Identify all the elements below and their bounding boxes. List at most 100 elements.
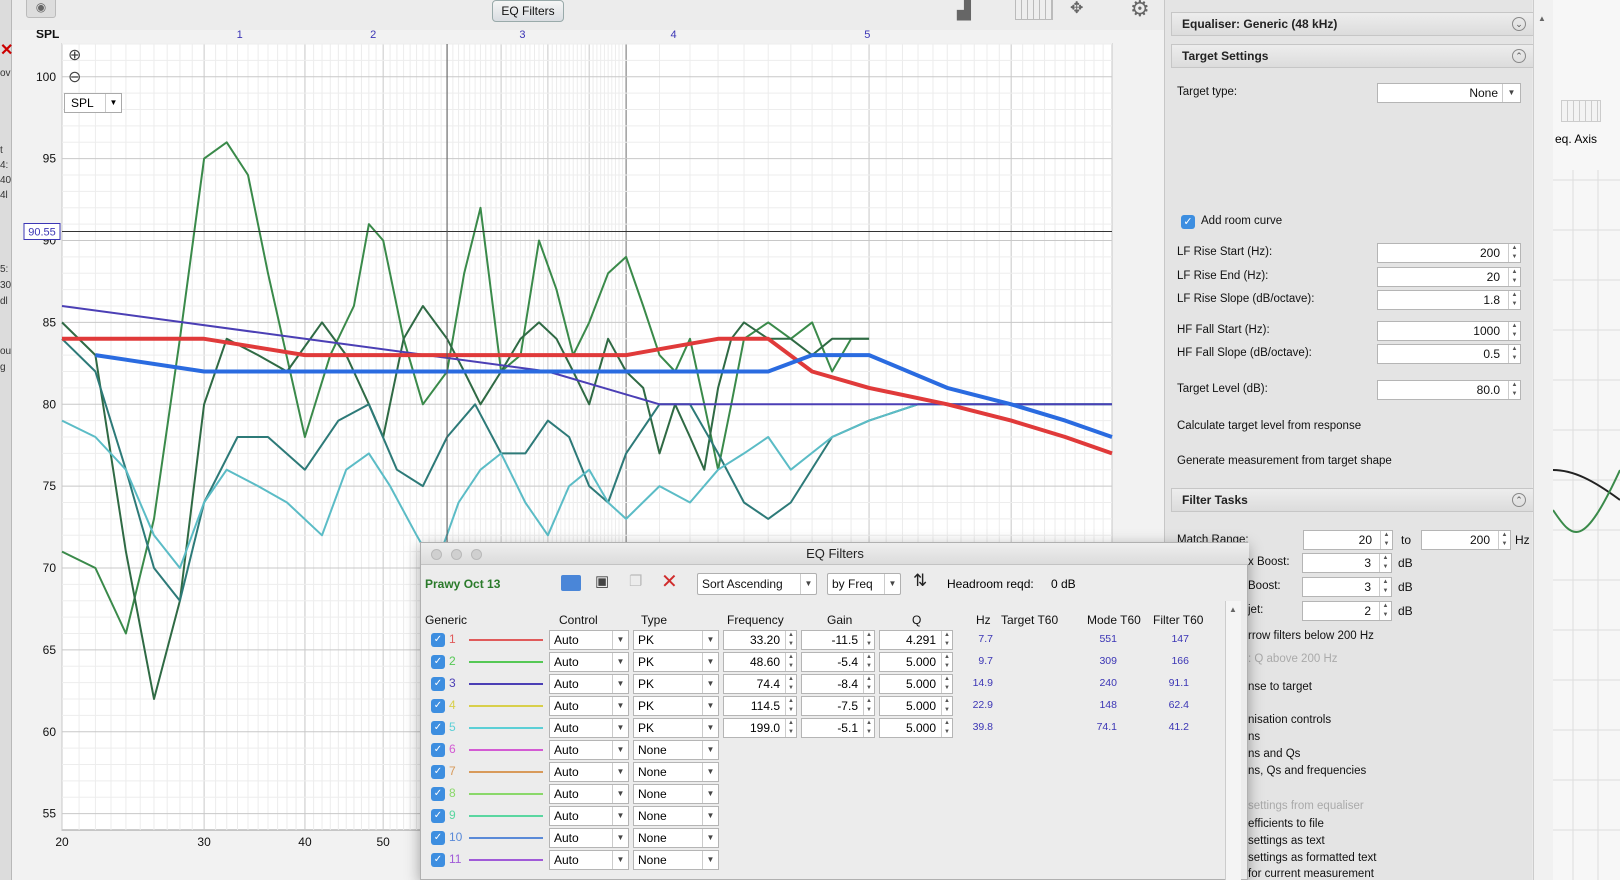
stepper-icon[interactable]: ▲ ▼	[941, 675, 952, 693]
optimise-gains-qs-freqs-button[interactable]: ns, Qs and frequencies	[1248, 765, 1366, 777]
stepper-icon[interactable]: ▲ ▼	[1508, 381, 1520, 399]
filter-marker[interactable]: 3	[519, 30, 525, 41]
zoom-in-icon[interactable]: ⊕	[68, 48, 84, 64]
filter-q-field[interactable]: 5.000 ▲ ▼	[879, 718, 953, 738]
filter-marker[interactable]: 1	[237, 30, 243, 41]
settings-formatted-option[interactable]: settings as formatted text	[1248, 852, 1376, 864]
filter-q-field[interactable]: 5.000 ▲ ▼	[879, 674, 953, 694]
stepper-icon[interactable]: ▲ ▼	[1379, 554, 1391, 572]
scroll-up-icon[interactable]: ▲	[1229, 605, 1237, 614]
copy-icon[interactable]: ❐	[629, 572, 642, 590]
window-close-icon[interactable]	[431, 549, 442, 560]
filter-frequency-field[interactable]: 114.5 ▲ ▼	[723, 696, 797, 716]
filter-frequency-field[interactable]: 74.4 ▲ ▼	[723, 674, 797, 694]
filter-type-select[interactable]: PK ▼	[633, 718, 719, 738]
stepper-icon[interactable]: ▲ ▼	[1379, 602, 1391, 620]
filter-control-select[interactable]: Auto ▼	[549, 762, 629, 782]
expand-chevron-icon[interactable]: ⌃	[1512, 49, 1526, 63]
filter-control-select[interactable]: Auto ▼	[549, 652, 629, 672]
filter-gain-field[interactable]: -8.4 ▲ ▼	[801, 674, 875, 694]
right-panel-scrollbar[interactable]: ▲	[1533, 0, 1553, 880]
stepper-icon[interactable]: ▲ ▼	[863, 675, 874, 693]
filter-control-select[interactable]: Auto ▼	[549, 718, 629, 738]
zoom-out-icon[interactable]: ⊖	[68, 70, 84, 86]
filter-gain-field[interactable]: -5.1 ▲ ▼	[801, 718, 875, 738]
filter-marker[interactable]: 2	[370, 30, 376, 41]
open-folder-icon[interactable]	[561, 575, 581, 591]
target-settings-header[interactable]: Target Settings ⌃	[1171, 44, 1535, 68]
filter-tasks-header[interactable]: Filter Tasks ⌃	[1171, 488, 1535, 512]
filter-control-select[interactable]: Auto ▼	[549, 850, 629, 870]
lf-rise-end-field[interactable]: 20 ▲ ▼	[1377, 267, 1521, 287]
filter-enable-checkbox[interactable]: ✓	[431, 809, 445, 823]
filter-control-select[interactable]: Auto ▼	[549, 630, 629, 650]
add-room-curve-checkbox[interactable]: ✓	[1181, 215, 1195, 229]
stepper-icon[interactable]: ▲ ▼	[863, 631, 874, 649]
stepper-icon[interactable]: ▲ ▼	[1508, 345, 1520, 363]
filter-type-select[interactable]: None ▼	[633, 740, 719, 760]
stepper-icon[interactable]: ▲ ▼	[1380, 531, 1392, 549]
response-to-target-option[interactable]: nse to target	[1248, 681, 1312, 693]
settings-gear-icon[interactable]: ⚙	[1130, 0, 1150, 22]
filter-gain-field[interactable]: -5.4 ▲ ▼	[801, 652, 875, 672]
target-level-field[interactable]: 80.0 ▲ ▼	[1377, 380, 1521, 400]
filter-enable-checkbox[interactable]: ✓	[431, 721, 445, 735]
filter-q-field[interactable]: 4.291 ▲ ▼	[879, 630, 953, 650]
stepper-icon[interactable]: ▲ ▼	[1508, 268, 1520, 286]
stepper-icon[interactable]: ▲ ▼	[785, 719, 796, 737]
spl-select[interactable]: SPL ▼	[64, 93, 122, 113]
filter-type-select[interactable]: PK ▼	[633, 674, 719, 694]
match-range-to-field[interactable]: 200 ▲ ▼	[1421, 530, 1511, 550]
stepper-icon[interactable]: ▲ ▼	[941, 697, 952, 715]
target-type-select[interactable]: None ▼	[1377, 83, 1521, 103]
stepper-icon[interactable]: ▲ ▼	[785, 675, 796, 693]
delete-x-icon[interactable]: ✕	[661, 569, 678, 594]
filter-enable-checkbox[interactable]: ✓	[431, 831, 445, 845]
stepper-icon[interactable]: ▲ ▼	[785, 653, 796, 671]
expand-chevron-icon[interactable]: ⌃	[1512, 493, 1526, 507]
filter-control-select[interactable]: Auto ▼	[549, 740, 629, 760]
stepper-icon[interactable]: ▲ ▼	[941, 631, 952, 649]
sort-by-select[interactable]: by Freq ▼	[827, 573, 901, 595]
filter-control-select[interactable]: Auto ▼	[549, 806, 629, 826]
grid-icon[interactable]	[1015, 0, 1053, 20]
stepper-icon[interactable]: ▲ ▼	[863, 653, 874, 671]
filter-q-field[interactable]: 5.000 ▲ ▼	[879, 652, 953, 672]
filter-enable-checkbox[interactable]: ✓	[431, 655, 445, 669]
filter-enable-checkbox[interactable]: ✓	[431, 743, 445, 757]
match-range-from-field[interactable]: 20 ▲ ▼	[1303, 530, 1393, 550]
collapse-chevron-icon[interactable]: ⌄	[1512, 17, 1526, 31]
filter-type-select[interactable]: None ▼	[633, 784, 719, 804]
filter-enable-checkbox[interactable]: ✓	[431, 853, 445, 867]
filter-marker[interactable]: 5	[864, 30, 870, 41]
for-current-measurement-option[interactable]: for current measurement	[1248, 868, 1374, 880]
filter-type-select[interactable]: None ▼	[633, 762, 719, 782]
sort-toggle-icon[interactable]: ⇅	[913, 571, 927, 591]
filter-type-select[interactable]: PK ▼	[633, 630, 719, 650]
layout-icon[interactable]: ▟	[957, 0, 971, 21]
sort-order-select[interactable]: Sort Ascending ▼	[697, 573, 817, 595]
filter-frequency-field[interactable]: 48.60 ▲ ▼	[723, 652, 797, 672]
eq-window-titlebar[interactable]: EQ Filters	[421, 543, 1249, 565]
settings-as-text-option[interactable]: settings as text	[1248, 835, 1325, 847]
lf-rise-slope-field[interactable]: 1.8 ▲ ▼	[1377, 290, 1521, 310]
stepper-icon[interactable]: ▲ ▼	[785, 631, 796, 649]
flatness-target-field[interactable]: 2 ▲ ▼	[1302, 601, 1392, 621]
filter-control-select[interactable]: Auto ▼	[549, 674, 629, 694]
stepper-icon[interactable]: ▲ ▼	[1508, 244, 1520, 262]
optimise-gains-button[interactable]: ns	[1248, 731, 1260, 743]
filter-gain-field[interactable]: -11.5 ▲ ▼	[801, 630, 875, 650]
stepper-icon[interactable]: ▲ ▼	[863, 719, 874, 737]
stepper-icon[interactable]: ▲ ▼	[941, 653, 952, 671]
filter-marker[interactable]: 4	[671, 30, 677, 41]
stepper-icon[interactable]: ▲ ▼	[1508, 322, 1520, 340]
equaliser-header[interactable]: Equaliser: Generic (48 kHz) ⌄	[1171, 12, 1535, 36]
filter-frequency-field[interactable]: 199.0 ▲ ▼	[723, 718, 797, 738]
eq-table-scrollbar[interactable]: ▲	[1225, 601, 1241, 880]
stepper-icon[interactable]: ▲ ▼	[941, 719, 952, 737]
scroll-up-icon[interactable]: ▲	[1538, 14, 1546, 23]
filter-type-select[interactable]: None ▼	[633, 806, 719, 826]
filter-control-select[interactable]: Auto ▼	[549, 828, 629, 848]
filter-control-select[interactable]: Auto ▼	[549, 696, 629, 716]
stepper-icon[interactable]: ▲ ▼	[1508, 291, 1520, 309]
